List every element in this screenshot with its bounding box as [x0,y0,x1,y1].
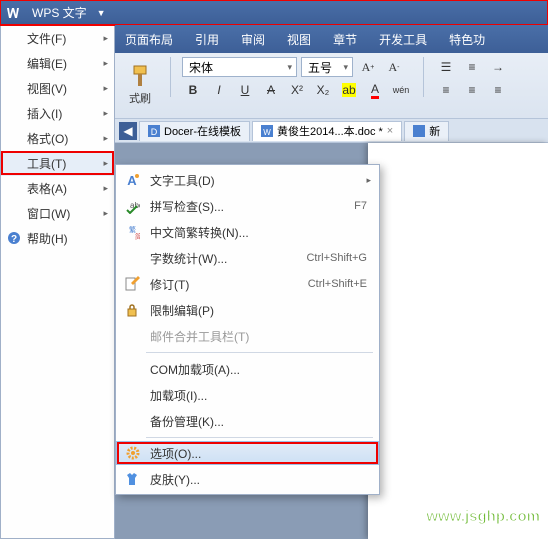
chevron-right-icon: ▸ [103,108,108,119]
menu-item-window[interactable]: 窗口(W)▸ [1,201,114,226]
align-left-button[interactable]: ≡ [435,80,457,100]
underline-button[interactable]: U [234,80,256,100]
tab-dev-tools[interactable]: 开发工具 [379,31,427,48]
submenu-skin[interactable]: 皮肤(Y)... [116,466,379,492]
tab-special[interactable]: 特色功 [449,31,485,48]
tab-review[interactable]: 审阅 [241,31,265,48]
font-color-button[interactable]: A [364,80,386,100]
menu-item-file[interactable]: 文件(F)▸ [1,26,114,51]
nav-button[interactable]: ◀ [119,122,137,140]
italic-button[interactable]: I [208,80,230,100]
align-right-button[interactable]: ≡ [487,80,509,100]
docer-icon: D [148,125,160,137]
menu-item-format[interactable]: 格式(O)▸ [1,126,114,151]
font-name-combo[interactable]: 宋体 [182,57,297,77]
ribbon-tabs: 页面布局 引用 审阅 视图 章节 开发工具 特色功 [115,25,548,53]
convert-icon: 繁简 [124,224,140,240]
svg-text:简: 简 [135,232,140,240]
submenu-com-addins[interactable]: COM加载项(A)... [116,356,379,382]
chevron-right-icon: ▸ [103,133,108,144]
submenu-restrict-edit[interactable]: 限制编辑(P) [116,297,379,323]
align-center-button[interactable]: ≡ [461,80,483,100]
shortcut-label: F7 [354,200,367,212]
font-size-combo[interactable]: 五号 [301,57,353,77]
chevron-right-icon: ▸ [103,83,108,94]
superscript-button[interactable]: X² [286,80,308,100]
highlight-button[interactable]: ab [338,80,360,100]
menu-item-help[interactable]: ? 帮助(H) [1,226,114,251]
separator [423,57,424,97]
ribbon: 式刷 宋体 五号 A+ A- B I U A X² X₂ ab [115,53,548,119]
chevron-right-icon: ▸ [103,158,108,169]
submenu-mail-merge: 邮件合并工具栏(T) [116,323,379,349]
submenu-word-count[interactable]: 字数统计(W)... Ctrl+Shift+G [116,245,379,271]
text-tool-icon: A [124,172,140,188]
tab-docer[interactable]: D Docer-在线模板 [139,121,250,141]
skin-icon [124,471,140,487]
tab-document[interactable]: W 黄俊生2014...本.doc * × [252,121,402,141]
menu-item-tools[interactable]: 工具(T)▸ [1,151,114,176]
lock-icon [124,302,140,318]
tab-view[interactable]: 视图 [287,31,311,48]
phonetic-button[interactable]: wén [390,80,412,100]
separator [146,437,373,438]
numbering-button[interactable]: ≡ [461,57,483,77]
bold-button[interactable]: B [182,80,204,100]
submenu-revisions[interactable]: 修订(T) Ctrl+Shift+E [116,271,379,297]
chevron-right-icon: ▸ [366,175,371,186]
submenu-chinese-convert[interactable]: 繁简 中文简繁转换(N)... [116,219,379,245]
document-tabs: ◀ D Docer-在线模板 W 黄俊生2014...本.doc * × 新 [115,119,548,143]
svg-text:D: D [151,127,158,137]
submenu-text-tools[interactable]: A 文字工具(D) ▸ [116,167,379,193]
shortcut-label: Ctrl+Shift+E [308,278,367,290]
word-doc-icon: W [261,125,273,137]
watermark-text: 技术员联盟 [405,471,540,508]
title-bar: WPS 文字 ▼ [0,0,548,25]
file-menu: 文件(F)▸ 编辑(E)▸ 视图(V)▸ 插入(I)▸ 格式(O)▸ 工具(T)… [0,25,115,539]
menu-item-insert[interactable]: 插入(I)▸ [1,101,114,126]
app-title: WPS 文字 [26,4,93,21]
help-icon: ? [7,231,21,245]
menu-item-table[interactable]: 表格(A)▸ [1,176,114,201]
close-tab-icon[interactable]: × [387,125,393,137]
submenu-spellcheck[interactable]: abc 拼写检查(S)... F7 [116,193,379,219]
tab-page-layout[interactable]: 页面布局 [125,31,173,48]
svg-text:?: ? [11,234,17,245]
svg-text:W: W [263,128,271,137]
subscript-button[interactable]: X₂ [312,80,334,100]
submenu-options[interactable]: 选项(O)... [116,441,379,465]
gear-icon [125,445,141,461]
separator [170,57,171,97]
app-logo-icon [4,4,22,22]
tab-references[interactable]: 引用 [195,31,219,48]
shrink-font-button[interactable]: A- [383,57,405,77]
paintbrush-icon [128,64,152,88]
separator [146,352,373,353]
menu-item-edit[interactable]: 编辑(E)▸ [1,51,114,76]
strike-button[interactable]: A [260,80,282,100]
spellcheck-icon: abc [124,198,140,214]
grow-font-button[interactable]: A+ [357,57,379,77]
tab-sections[interactable]: 章节 [333,31,357,48]
tools-submenu: A 文字工具(D) ▸ abc 拼写检查(S)... F7 繁简 中文简繁转换(… [115,164,380,495]
shortcut-label: Ctrl+Shift+G [306,252,367,264]
chevron-right-icon: ▸ [103,208,108,219]
menu-item-view[interactable]: 视图(V)▸ [1,76,114,101]
submenu-backup[interactable]: 备份管理(K)... [116,408,379,434]
tab-new[interactable]: 新 [404,121,449,141]
chevron-right-icon: ▸ [103,33,108,44]
revision-icon [124,276,140,292]
svg-text:繁: 繁 [129,225,136,234]
indent-button[interactable]: → [487,57,509,77]
format-painter-button[interactable]: 式刷 [121,57,159,113]
chevron-right-icon: ▸ [103,58,108,69]
word-doc-icon [413,125,425,137]
watermark-url: www.jsghp.com [405,508,540,525]
app-menu-dropdown-icon[interactable]: ▼ [93,8,110,18]
bullets-button[interactable]: ☰ [435,57,457,77]
chevron-right-icon: ▸ [103,183,108,194]
submenu-addins[interactable]: 加载项(I)... [116,382,379,408]
watermark: 技术员联盟 www.jsghp.com [405,471,540,525]
